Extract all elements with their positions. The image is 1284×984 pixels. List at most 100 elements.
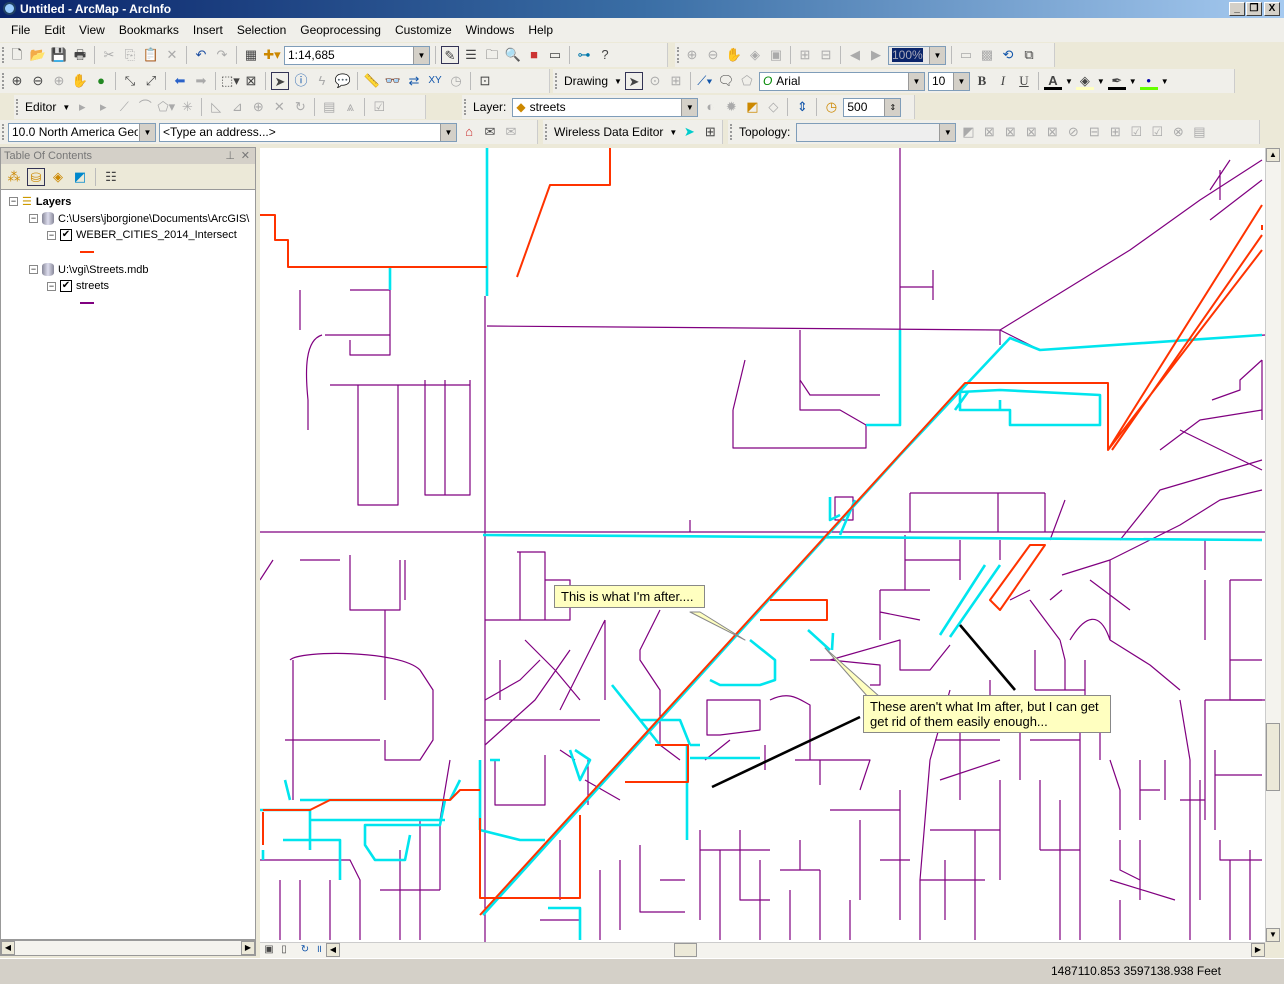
whats-this-help-icon[interactable]: ? (596, 46, 614, 64)
cut-icon[interactable]: ✂ (100, 46, 118, 64)
chevron-down-icon[interactable]: ▼ (929, 46, 945, 64)
chevron-down-icon[interactable]: ▼ (952, 72, 969, 90)
select-elements-draw-icon[interactable]: ➤ (624, 72, 643, 90)
layer-symbol-purple-line[interactable] (80, 302, 94, 304)
editor-toolbar-icon[interactable]: ✎ (441, 46, 459, 64)
scroll-up-icon[interactable]: ▲ (1266, 148, 1280, 162)
chevron-down-icon[interactable]: ▼ (1065, 77, 1073, 86)
callout-this-is-what-im-after[interactable]: This is what I'm after.... (554, 585, 705, 608)
error-inspector-window-icon[interactable]: ▤ (1190, 123, 1208, 141)
data-view-icon[interactable]: ▣ (262, 941, 276, 959)
toc-source-1[interactable]: − C:\Users\jborgione\Documents\ArcGIS\ (29, 212, 249, 225)
add-data-grid-icon[interactable]: ▦ (242, 46, 260, 64)
wireless-data-editor-menu[interactable]: Wireless Data Editor (551, 125, 666, 139)
fill-color-button[interactable]: ◈ (1075, 72, 1094, 90)
editor-menu[interactable]: Editor (22, 100, 59, 114)
toc-window-icon[interactable]: ☰ (462, 46, 480, 64)
menu-customize[interactable]: Customize (388, 23, 459, 37)
back-extent-icon[interactable]: ⬅ (171, 72, 189, 90)
measure-icon[interactable]: 📏 (363, 72, 381, 90)
chevron-down-icon[interactable]: ▼ (939, 123, 956, 141)
magnifier-window-icon[interactable]: ⊡ (476, 72, 494, 90)
attributes-icon[interactable]: ▤ (320, 98, 338, 116)
map-view[interactable]: This is what I'm after.... These aren't … (259, 148, 1266, 942)
construct-features-icon[interactable]: ⊠ (1022, 123, 1040, 141)
zoom-in-layout-icon[interactable]: ⊕ (683, 46, 701, 64)
fixed-zoom-in-icon[interactable]: ⤡ (121, 72, 139, 90)
menu-help[interactable]: Help (521, 23, 560, 37)
list-by-drawing-order-icon[interactable]: ⁂ (5, 168, 23, 186)
cut-polygons-icon[interactable]: ⊕ (249, 98, 267, 116)
bold-button[interactable]: B (973, 72, 991, 90)
zoom-to-selected-elements-icon[interactable]: ⊞ (667, 72, 685, 90)
fix-error-icon[interactable]: ☑ (1127, 123, 1145, 141)
fixed-zoom-out-icon[interactable]: ⤢ (142, 72, 160, 90)
restore-button[interactable]: ❐ (1246, 2, 1262, 16)
flicker-rate-input[interactable]: 500 ⇕ (843, 97, 902, 117)
chevron-down-icon[interactable]: ▼ (1161, 77, 1169, 86)
toc-root[interactable]: − ☰ Layers (9, 195, 71, 208)
pin-icon[interactable]: ⊥ (225, 148, 235, 164)
create-features-icon[interactable]: ☑ (370, 98, 388, 116)
rotate-icon[interactable]: ⊙ (646, 72, 664, 90)
underline-button[interactable]: U (1015, 72, 1033, 90)
scroll-left-icon[interactable]: ◀ (326, 943, 340, 957)
swipe-icon[interactable]: ◇ (764, 98, 782, 116)
spinner-icon[interactable]: ⇕ (884, 98, 901, 116)
edit-tool-icon[interactable]: ▸ (73, 98, 91, 116)
zoom-in-icon[interactable]: ⊕ (8, 72, 26, 90)
geocode-options-icon[interactable]: ✉ (502, 123, 520, 141)
flicker-icon[interactable]: ⇕ (793, 98, 811, 116)
layout-zoom-combo[interactable]: 100% ▼ (888, 45, 946, 65)
scroll-right-icon[interactable]: ▶ (241, 941, 255, 955)
align-edge-icon[interactable]: ⊘ (1064, 123, 1082, 141)
html-popup-icon[interactable]: 💬 (334, 72, 352, 90)
clear-selection-icon[interactable]: ⊠ (242, 72, 260, 90)
point-icon[interactable]: ✳ (178, 98, 196, 116)
map-topology-icon[interactable]: ◩ (959, 123, 977, 141)
chevron-down-icon[interactable]: ▼ (139, 123, 155, 141)
collapse-icon[interactable]: − (47, 230, 56, 240)
refresh-icon[interactable]: ↻ (298, 941, 312, 959)
fixed-zoom-out-layout-icon[interactable]: ⊟ (817, 46, 835, 64)
forward-extent-layout-icon[interactable]: ▶ (867, 46, 885, 64)
arctoolbox-icon[interactable]: ■ (525, 46, 543, 64)
pause-drawing-icon[interactable]: ॥ (312, 941, 326, 959)
toc-layer-streets[interactable]: − ✔ streets (47, 280, 109, 292)
chevron-down-icon[interactable]: ▼ (1129, 77, 1137, 86)
end-point-arc-icon[interactable]: ⌒ (136, 98, 154, 116)
menu-view[interactable]: View (72, 23, 112, 37)
pan-layout-icon[interactable]: ✋ (725, 46, 743, 64)
full-extent-globe-icon[interactable]: ● (92, 72, 110, 90)
scroll-left-icon[interactable]: ◀ (1, 941, 15, 955)
find-route-icon[interactable]: ⇄ (405, 72, 423, 90)
close-button[interactable]: X (1264, 2, 1280, 16)
chevron-down-icon[interactable]: ▼ (681, 98, 698, 116)
split-icon[interactable]: ✕ (270, 98, 288, 116)
menu-file[interactable]: File (4, 23, 37, 37)
list-by-visibility-icon[interactable]: ◈ (49, 168, 67, 186)
copy-icon[interactable]: ⎘ (121, 46, 139, 64)
font-size-combo[interactable]: 10 ▼ (927, 71, 970, 91)
pointer-tool-icon[interactable]: ➤ (680, 123, 698, 141)
scroll-right-icon[interactable]: ▶ (1251, 943, 1265, 957)
collapse-icon[interactable]: − (29, 214, 38, 223)
zoom-out-layout-icon[interactable]: ⊖ (704, 46, 722, 64)
edit-vertices-icon[interactable]: ⬠ (738, 72, 756, 90)
search-window-icon[interactable]: 🔍 (504, 46, 522, 64)
map-scale-combo[interactable]: 1:14,685 ▼ (284, 45, 430, 65)
collapse-icon[interactable]: − (47, 281, 56, 291)
find-binoculars-icon[interactable]: 👓 (384, 72, 402, 90)
close-panel-icon[interactable]: ✕ (241, 148, 250, 164)
scroll-down-icon[interactable]: ▼ (1266, 928, 1280, 942)
chevron-down-icon[interactable]: ▼ (413, 46, 429, 64)
menu-windows[interactable]: Windows (459, 23, 522, 37)
line-color-button[interactable]: ✒ (1107, 72, 1126, 90)
layer-symbol-red-line[interactable] (80, 251, 94, 253)
sketch-properties-icon[interactable]: ⩓ (341, 98, 359, 116)
menu-geoprocessing[interactable]: Geoprocessing (293, 23, 388, 37)
save-icon[interactable]: 💾 (50, 46, 68, 64)
address-input[interactable]: <Type an address...> ▼ (159, 122, 457, 142)
catalog-icon[interactable]: 🗀 (483, 46, 501, 64)
options-icon[interactable]: ☷ (102, 168, 120, 186)
